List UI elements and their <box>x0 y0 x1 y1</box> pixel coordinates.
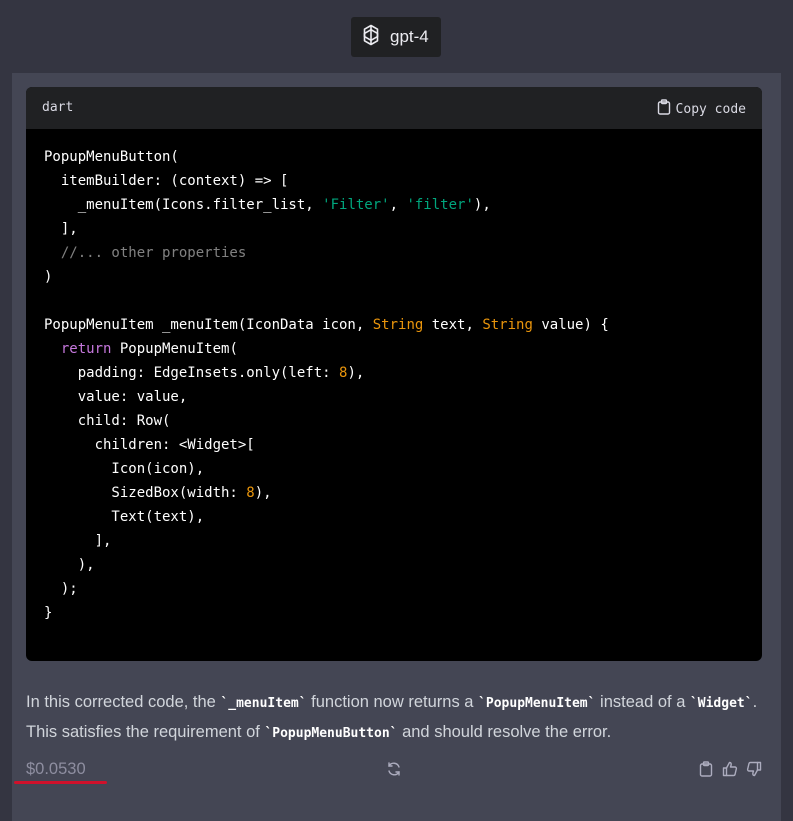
code-line: padding: EdgeInsets.only(left: 8), <box>44 361 744 385</box>
code-token: ], <box>44 221 78 237</box>
code-line: ); <box>44 577 744 601</box>
code-token: ) <box>44 269 53 285</box>
code-header: dart Copy code <box>26 87 762 129</box>
code-line: return PopupMenuItem( <box>44 337 744 361</box>
code-token: ), <box>254 485 272 501</box>
code-token: } <box>44 605 53 621</box>
code-token: child: Row( <box>44 413 171 429</box>
regenerate-button[interactable] <box>384 761 404 781</box>
code-token: String <box>372 317 424 333</box>
code-token: PopupMenuItem _menuItem(IconData icon, <box>44 317 373 333</box>
answer-text-3: instead of a <box>595 693 690 711</box>
thumbs-down-icon <box>746 761 762 782</box>
answer-paragraph: In this corrected code, the `_menuItem` … <box>26 688 766 748</box>
header-area: gpt-4 <box>0 0 793 73</box>
code-token: _menuItem(Icons.filter_list, <box>44 197 323 213</box>
thumbs-up-button[interactable] <box>720 761 740 781</box>
code-token: ), <box>473 197 491 213</box>
answer-text-1: In this corrected code, the <box>26 693 221 711</box>
code-line: ) <box>44 265 744 289</box>
code-token: itemBuilder: (context) => [ <box>44 173 289 189</box>
code-token: SizedBox(width: <box>44 485 247 501</box>
code-token: PopupMenuItem( <box>111 341 238 357</box>
code-token: ), <box>44 557 95 573</box>
inline-code-menuitem: `_menuItem` <box>220 696 307 711</box>
inline-code-popupmenuitem: `PopupMenuItem` <box>478 696 596 711</box>
code-line: Icon(icon), <box>44 457 744 481</box>
code-line: child: Row( <box>44 409 744 433</box>
code-line: SizedBox(width: 8), <box>44 481 744 505</box>
code-line: //... other properties <box>44 241 744 265</box>
thumbs-down-button[interactable] <box>744 761 764 781</box>
code-token: String <box>482 317 533 333</box>
code-line: _menuItem(Icons.filter_list, 'Filter', '… <box>44 193 744 217</box>
code-line: ], <box>44 529 744 553</box>
code-line: value: value, <box>44 385 744 409</box>
code-block: dart Copy code PopupMenuButton( itemBuil… <box>26 87 762 661</box>
regenerate-icon <box>386 761 402 782</box>
code-line: Text(text), <box>44 505 744 529</box>
code-language: dart <box>42 100 74 115</box>
code-line: } <box>44 601 744 625</box>
code-line: children: <Widget>[ <box>44 433 744 457</box>
code-line: ), <box>44 553 744 577</box>
model-badge: gpt-4 <box>351 17 441 57</box>
code-token: Icon(icon), <box>44 461 205 477</box>
code-token: value) { <box>532 317 609 333</box>
code-token: ); <box>44 581 78 597</box>
copy-answer-button[interactable] <box>696 760 716 782</box>
code-token: 'Filter' <box>322 197 390 213</box>
copy-code-button[interactable]: Copy code <box>657 99 746 119</box>
answer-text-2: function now returns a <box>306 693 479 711</box>
code-line: ], <box>44 217 744 241</box>
cost-label: $0.0530 <box>26 760 86 778</box>
code-token: value: value, <box>44 389 188 405</box>
clipboard-icon <box>698 760 714 782</box>
code-token: , <box>389 197 407 213</box>
code-token: return <box>60 341 112 357</box>
code-token: ), <box>347 365 365 381</box>
code-token: text, <box>423 317 483 333</box>
thumbs-up-icon <box>722 761 738 782</box>
model-name: gpt-4 <box>390 27 429 46</box>
code-line: itemBuilder: (context) => [ <box>44 169 744 193</box>
openai-logo-icon <box>359 23 383 52</box>
copy-code-label: Copy code <box>675 101 746 117</box>
inline-code-popupmenubutton: `PopupMenuButton` <box>264 726 398 741</box>
code-token: 'filter' <box>406 197 474 213</box>
code-token: children: <Widget>[ <box>44 437 255 453</box>
code-token: //... other properties <box>44 245 247 261</box>
inline-code-widget: `Widget` <box>689 696 753 711</box>
code-content: PopupMenuButton( itemBuilder: (context) … <box>44 145 744 625</box>
code-line: PopupMenuItem _menuItem(IconData icon, S… <box>44 313 744 337</box>
code-line: PopupMenuButton( <box>44 145 744 169</box>
code-token: ], <box>44 533 112 549</box>
answer-text-5: and should resolve the error. <box>397 723 612 741</box>
code-token: padding: EdgeInsets.only(left: <box>44 365 340 381</box>
code-token: 8 <box>246 485 255 501</box>
code-token: Text(text), <box>44 509 205 525</box>
clipboard-icon <box>657 99 671 119</box>
code-token: PopupMenuButton( <box>44 149 179 165</box>
cost-underline <box>14 781 107 784</box>
